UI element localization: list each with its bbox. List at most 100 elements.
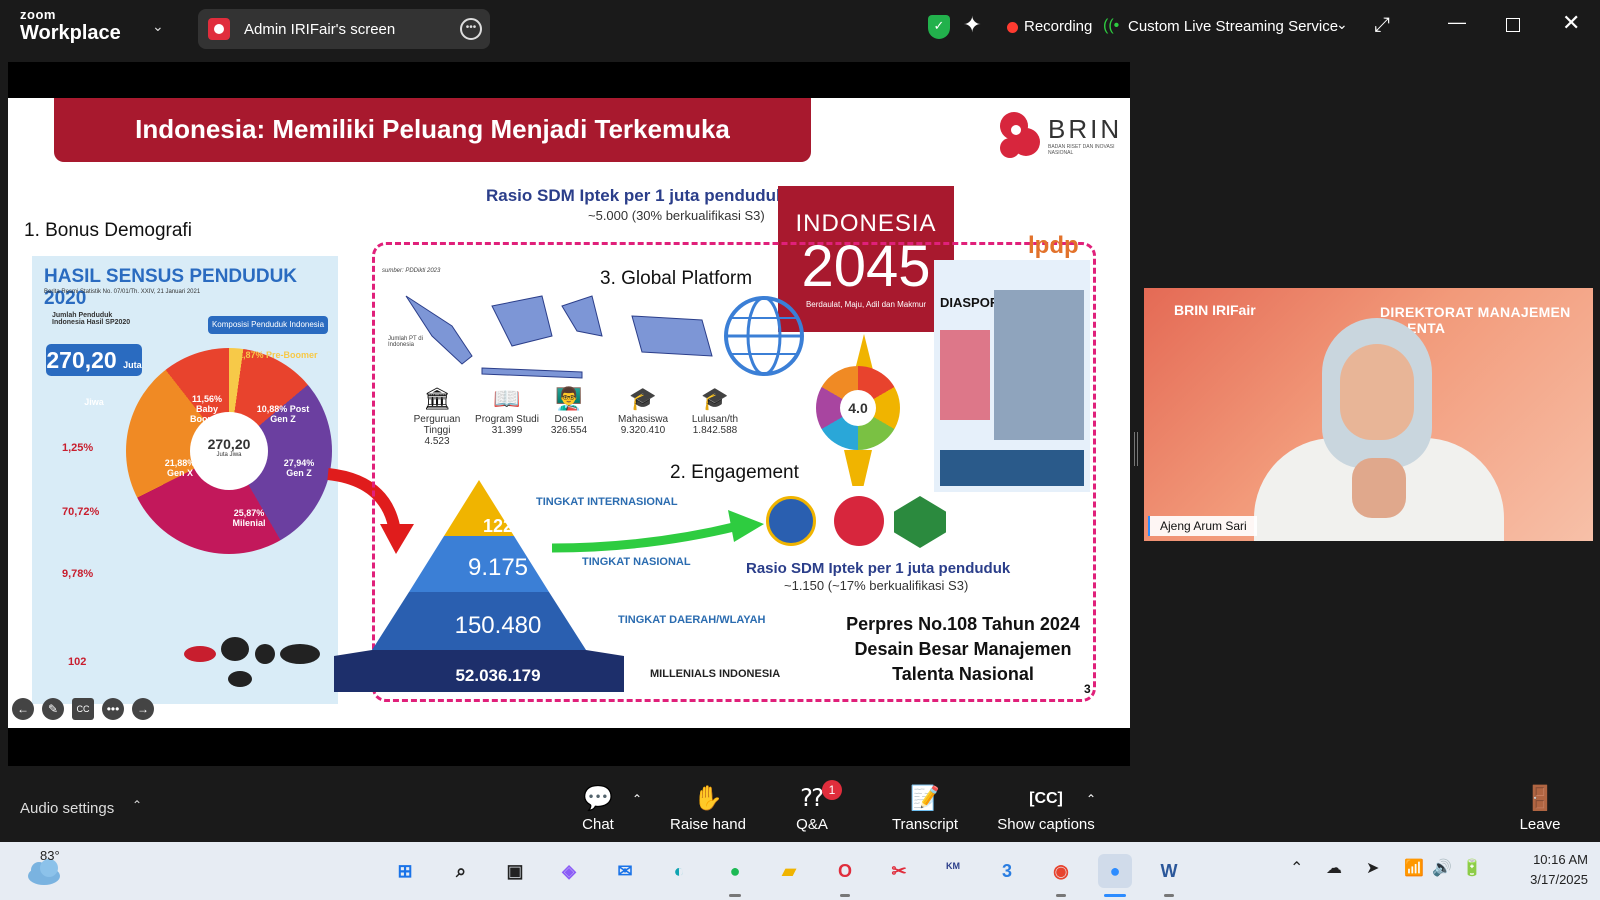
chevron-down-icon[interactable]: ⌄ bbox=[1336, 16, 1348, 33]
engagement-heading: 2. Engagement bbox=[670, 462, 799, 483]
audio-settings-button[interactable]: Audio settings bbox=[20, 800, 114, 817]
perpres-line-2: Desain Besar Manajemen bbox=[854, 639, 1072, 659]
chat-button[interactable]: 💬 Chat bbox=[578, 782, 618, 833]
transcript-button[interactable]: 📝 Transcript bbox=[886, 782, 964, 833]
weather-temperature: 83° bbox=[40, 848, 60, 863]
video-brand-logos: BRIN IRIFair bbox=[1174, 302, 1256, 318]
battery-icon[interactable]: 🔋 bbox=[1462, 858, 1482, 878]
recording-status[interactable]: Recording bbox=[1024, 18, 1092, 35]
chevron-down-icon[interactable]: ⌄ bbox=[152, 18, 164, 35]
screen-share-icon bbox=[208, 18, 230, 40]
close-icon[interactable]: ✕ bbox=[1562, 10, 1580, 36]
chevron-up-icon[interactable]: ⌃ bbox=[1086, 792, 1096, 806]
diaspora-people-image bbox=[994, 290, 1084, 440]
ratio-top-value: ~5.000 (30% berkualifikasi S3) bbox=[588, 208, 765, 223]
leave-button[interactable]: 🚪 Leave bbox=[1514, 782, 1566, 833]
running-indicator bbox=[1164, 894, 1174, 897]
show-captions-button[interactable]: [CC] Show captions bbox=[994, 782, 1098, 833]
perpres-text: Perpres No.108 Tahun 2024 Desain Besar M… bbox=[828, 612, 1098, 687]
active-indicator bbox=[1104, 894, 1126, 897]
file-explorer-icon[interactable]: ▰ bbox=[772, 854, 806, 888]
copilot-icon[interactable]: ◈ bbox=[552, 854, 586, 888]
globe-icon bbox=[724, 296, 804, 376]
wifi-icon[interactable]: 📶 bbox=[1404, 858, 1424, 878]
edge-icon[interactable]: ◐ bbox=[662, 854, 696, 888]
prev-slide-icon[interactable]: ← bbox=[12, 698, 34, 720]
recording-dot-icon bbox=[1007, 22, 1018, 33]
perpres-line-1: Perpres No.108 Tahun 2024 bbox=[846, 614, 1080, 634]
volume-icon[interactable]: 🔊 bbox=[1432, 858, 1452, 878]
panel-resize-handle[interactable] bbox=[1134, 432, 1138, 466]
census-subtitle: Berita Resmi Statistik No. 07/01/Th. XXI… bbox=[44, 289, 201, 295]
encryption-shield-icon[interactable]: ✓ bbox=[928, 15, 950, 39]
running-indicator bbox=[840, 894, 850, 897]
pyramid-value-national: 9.175 bbox=[467, 554, 529, 581]
system-clock[interactable]: 10:16 AM 3/17/2025 bbox=[1502, 850, 1588, 890]
chrome-icon[interactable]: ◉ bbox=[1044, 854, 1078, 888]
edu-mahasiswa: 🎓 Mahasiswa 9.320.410 bbox=[608, 386, 678, 436]
next-slide-icon[interactable]: → bbox=[132, 698, 154, 720]
graduation-cap-icon: 🎓 bbox=[629, 386, 657, 411]
stat-sex-ratio: 102 bbox=[68, 656, 87, 668]
edu-perguruan-tinggi: 🏛 Perguruan Tinggi 4.523 bbox=[402, 386, 472, 447]
stat-elderly: 9,78% bbox=[62, 568, 94, 580]
spotify-icon[interactable]: ● bbox=[718, 854, 752, 888]
search-icon[interactable]: ⌕ bbox=[444, 854, 478, 888]
brin-wordmark: BRIN bbox=[1048, 114, 1123, 144]
restore-icon[interactable] bbox=[1506, 18, 1520, 32]
population-total: 270,20 Juta Jiwa bbox=[46, 344, 142, 407]
stat-growth: 1,25% bbox=[62, 442, 94, 454]
task-view-icon[interactable]: ▣ bbox=[498, 854, 532, 888]
running-indicator bbox=[1056, 894, 1066, 897]
chevron-up-icon[interactable]: ⌃ bbox=[132, 798, 142, 812]
indonesia-map-small bbox=[184, 637, 320, 687]
word-icon[interactable]: W bbox=[1152, 854, 1186, 888]
edu-program-studi: 📖 Program Studi 31.399 bbox=[472, 386, 542, 436]
minimize-icon[interactable]: — bbox=[1448, 12, 1466, 33]
kampus-merdeka-icon[interactable]: KM bbox=[936, 854, 970, 888]
census-infographic: HASIL SENSUS PENDUDUK 2020 Berita Resmi … bbox=[32, 256, 338, 704]
snipping-tool-icon[interactable]: ✂ bbox=[882, 854, 916, 888]
live-stream-label[interactable]: Custom Live Streaming Service bbox=[1128, 18, 1338, 35]
share-label: Admin IRIFair's screen bbox=[244, 20, 396, 38]
location-icon[interactable]: ➤ bbox=[1366, 858, 1379, 878]
live-stream-icon: ((• bbox=[1103, 17, 1120, 34]
app-icon[interactable]: 3 bbox=[990, 854, 1024, 888]
opera-icon[interactable]: O bbox=[828, 854, 862, 888]
logo-bottom-text: Workplace bbox=[20, 22, 121, 44]
mail-icon[interactable]: ✉ bbox=[608, 854, 642, 888]
screen-share-indicator[interactable]: Admin IRIFair's screen ••• bbox=[198, 9, 490, 49]
kemenag-logo-icon bbox=[894, 496, 946, 548]
edu-lulusan: 🎓 Lulusan/th 1.842.588 bbox=[680, 386, 750, 436]
pie-label-post-gen-z: 10,88% Post Gen Z bbox=[256, 404, 310, 424]
captions-icon[interactable]: CC bbox=[72, 698, 94, 720]
onedrive-icon[interactable]: ☁ bbox=[1326, 858, 1342, 878]
raise-hand-button[interactable]: ✋ Raise hand bbox=[668, 782, 748, 833]
pen-icon[interactable]: ✎ bbox=[42, 698, 64, 720]
green-arrow-icon bbox=[551, 510, 764, 553]
zoom-taskbar-icon[interactable]: ● bbox=[1098, 854, 1132, 888]
brin-seal-icon bbox=[834, 496, 884, 546]
chevron-up-icon[interactable]: ⌃ bbox=[1290, 858, 1303, 878]
presentation-slide: Indonesia: Memiliki Peluang Menjadi Terk… bbox=[8, 98, 1130, 728]
perpres-line-3: Talenta Nasional bbox=[892, 664, 1034, 684]
more-options-icon[interactable]: ••• bbox=[460, 18, 482, 40]
ai-companion-icon[interactable]: ✦ bbox=[963, 12, 981, 38]
zoom-workplace-logo[interactable]: zoom Workplace bbox=[20, 8, 121, 43]
start-icon[interactable]: ⊞ bbox=[388, 854, 422, 888]
teacher-icon: 👨‍🏫 bbox=[555, 386, 583, 411]
level-millenials: MILLENIALS INDONESIA bbox=[650, 668, 781, 680]
census-title: HASIL SENSUS PENDUDUK 2020 bbox=[44, 266, 298, 309]
census-jumlah: Jumlah Penduduk Indonesia Hasil SP2020 bbox=[52, 312, 131, 326]
participant-video-tile[interactable]: BRIN IRIFair DIREKTORAT MANAJEMEN TALENT… bbox=[1144, 288, 1593, 541]
industry-label: 4.0 bbox=[840, 390, 876, 426]
clock-date: 3/17/2025 bbox=[1530, 872, 1588, 887]
kemendikbud-logo-icon bbox=[766, 496, 816, 546]
pyramid-value-regional: 150.480 bbox=[454, 612, 542, 639]
more-icon[interactable]: ••• bbox=[102, 698, 124, 720]
ratio-bottom-value: ~1.150 (~17% berkualifikasi S3) bbox=[784, 578, 969, 593]
fullscreen-icon[interactable]: ⤢ bbox=[1374, 14, 1390, 37]
chat-icon: 💬 bbox=[583, 785, 613, 812]
bonus-demografi-heading: 1. Bonus Demografi bbox=[24, 220, 192, 241]
chevron-up-icon[interactable]: ⌃ bbox=[632, 792, 642, 806]
